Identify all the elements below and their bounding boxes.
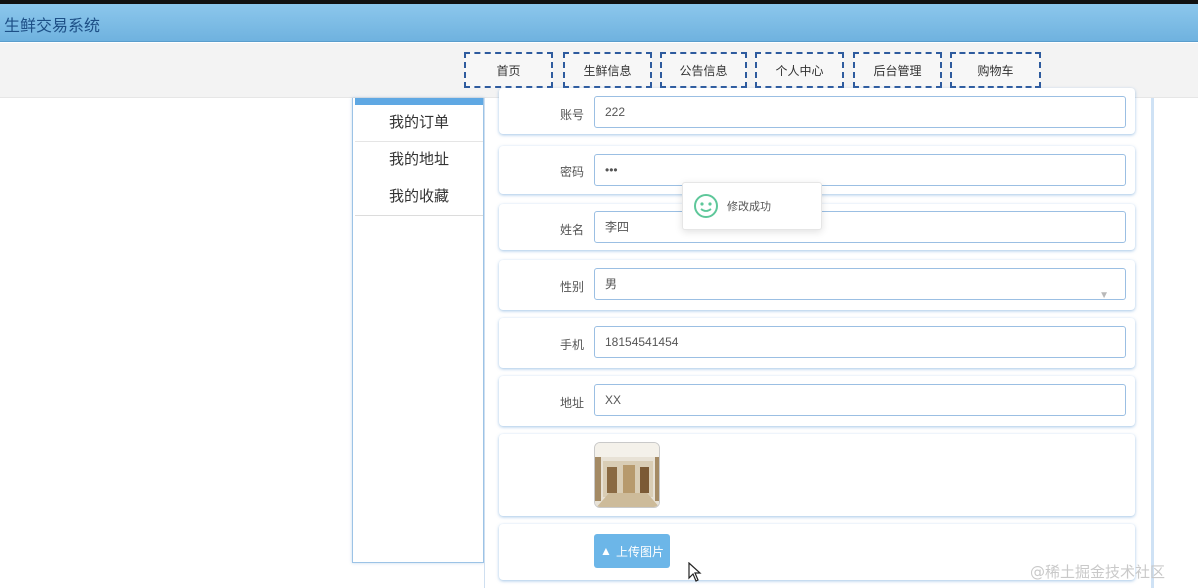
- mouse-cursor-icon: [688, 562, 702, 582]
- form-row-gender: 性别 男 ▼: [499, 260, 1135, 310]
- form-row-address: 地址 XX: [499, 376, 1135, 426]
- sidebar-item-my-address[interactable]: 我的地址: [355, 142, 483, 179]
- app-title: 生鲜交易系统: [4, 16, 101, 35]
- address-input[interactable]: XX: [594, 384, 1126, 416]
- form-row-phone: 手机 18154541454: [499, 318, 1135, 368]
- nav-home[interactable]: 首页: [464, 52, 553, 88]
- toast-message: 修改成功: [727, 201, 771, 213]
- nav-fresh-info[interactable]: 生鲜信息: [563, 52, 652, 88]
- upload-image-button[interactable]: ▲ 上传图片: [594, 534, 670, 568]
- nav-announcements[interactable]: 公告信息: [660, 52, 747, 88]
- form-row-account: 账号 222: [499, 88, 1135, 134]
- password-label: 密码: [559, 165, 584, 179]
- phone-input[interactable]: 18154541454: [594, 326, 1126, 358]
- address-label: 地址: [559, 396, 584, 410]
- room-photo-icon: [595, 443, 659, 507]
- form-row-avatar: [499, 434, 1135, 516]
- nav-cart[interactable]: 购物车: [950, 52, 1041, 88]
- nav-personal-center[interactable]: 个人中心: [755, 52, 844, 88]
- gender-selected-value: 男: [605, 277, 618, 291]
- chevron-down-icon: ▼: [1099, 290, 1109, 301]
- success-toast: 修改成功: [682, 182, 822, 230]
- name-input[interactable]: 李四: [594, 211, 1126, 243]
- gender-select[interactable]: 男 ▼: [594, 268, 1126, 301]
- account-label: 账号: [559, 108, 584, 122]
- sidebar-accent-bar: [355, 98, 483, 105]
- upload-icon: ▲: [600, 544, 612, 558]
- user-sidebar: 我的订单 我的地址 我的收藏: [352, 98, 484, 563]
- sidebar-item-my-favorites[interactable]: 我的收藏: [355, 179, 483, 216]
- gender-label: 性别: [559, 280, 584, 294]
- smile-icon: [694, 194, 718, 218]
- watermark: @稀土掘金技术社区: [1030, 563, 1166, 581]
- nav-admin[interactable]: 后台管理: [853, 52, 942, 88]
- upload-button-label: 上传图片: [615, 544, 664, 559]
- account-input[interactable]: 222: [594, 96, 1126, 128]
- phone-label: 手机: [559, 338, 584, 352]
- password-input[interactable]: •••: [594, 154, 1126, 186]
- sidebar-item-my-orders[interactable]: 我的订单: [355, 105, 483, 142]
- avatar-image[interactable]: [594, 442, 660, 508]
- name-label: 姓名: [559, 223, 584, 237]
- app-header: 生鲜交易系统: [0, 4, 1198, 42]
